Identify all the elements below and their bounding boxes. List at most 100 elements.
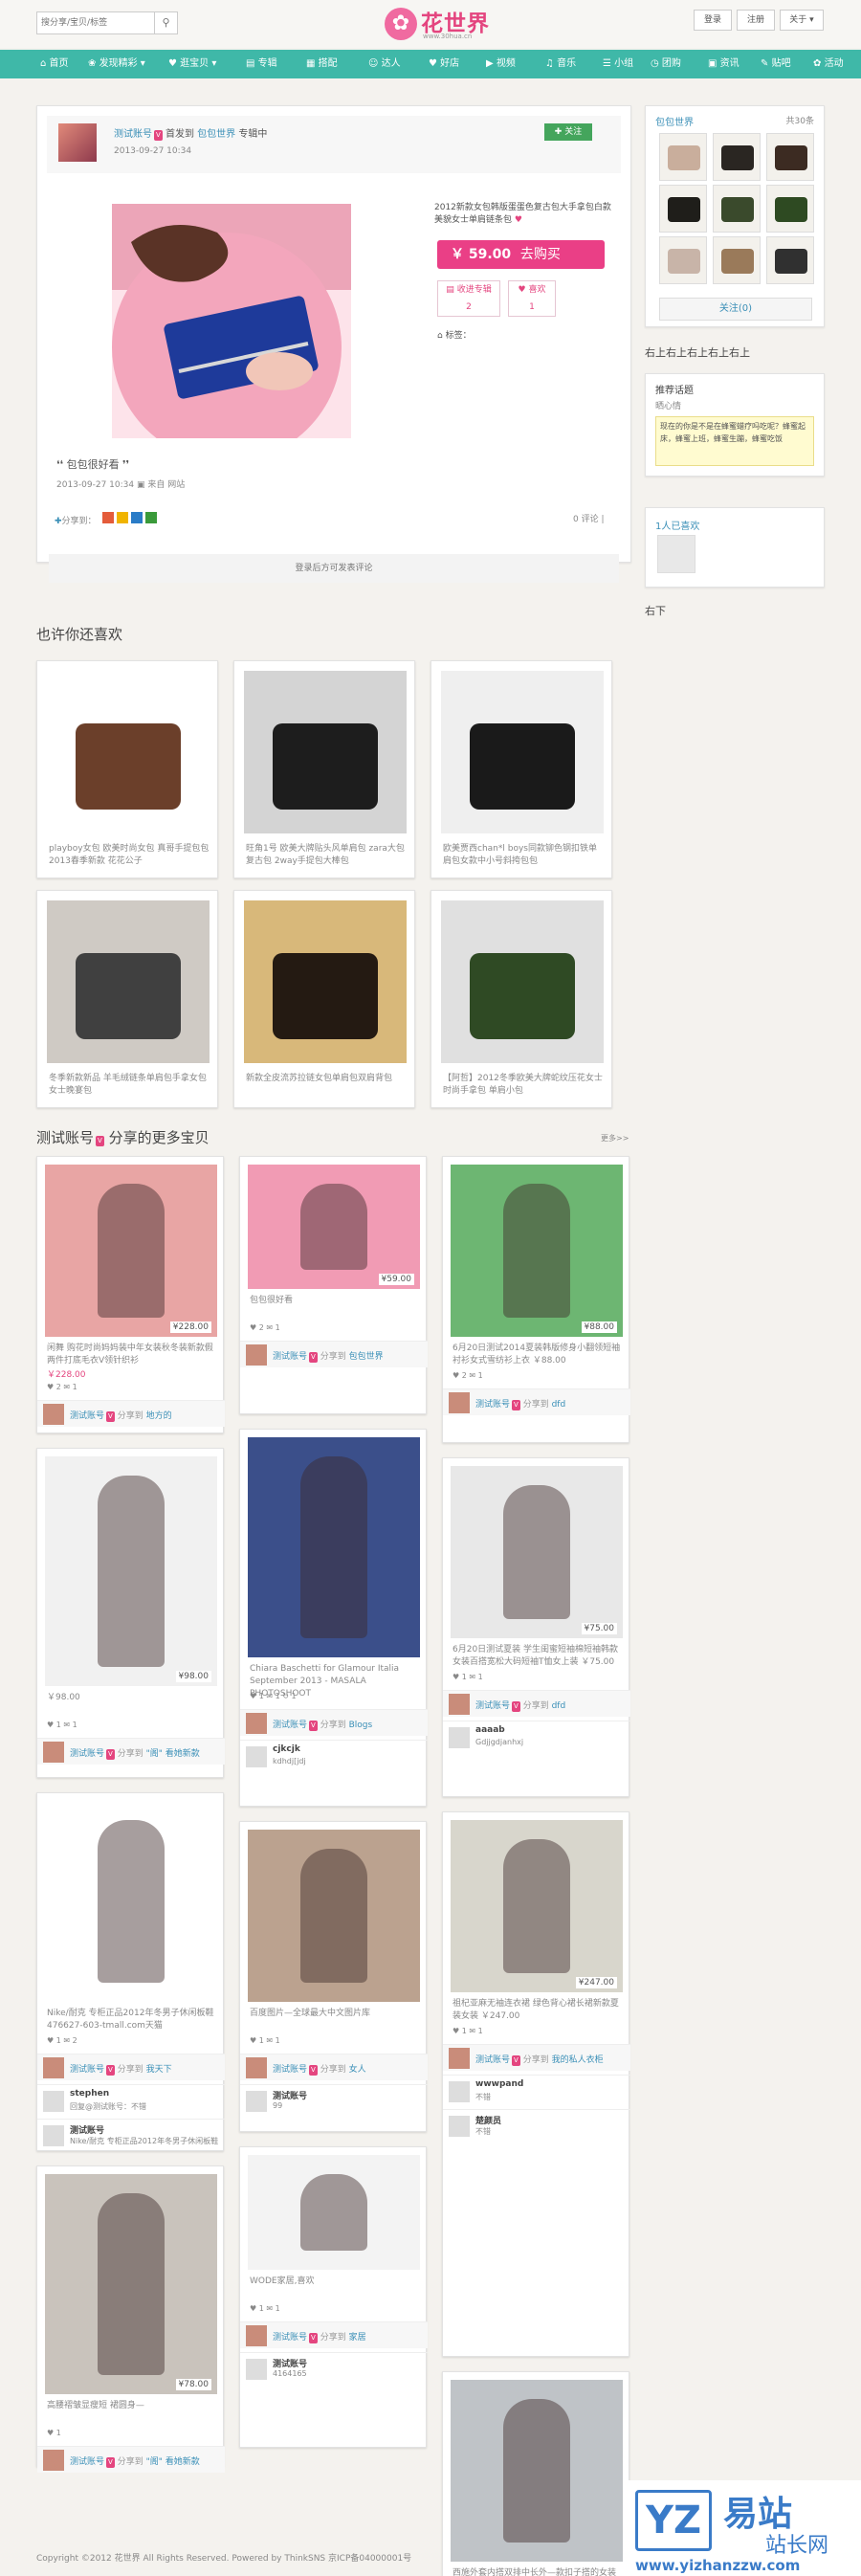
comment-login-bar[interactable]: 登录后方可发表评论 [49, 554, 619, 583]
waterfall-card[interactable]: Nike/耐克 专柜正品2012年冬男子休闲板鞋 476627-603-tmal… [36, 1792, 225, 2151]
commenter-avatar[interactable] [246, 1746, 267, 1767]
commenter-name[interactable]: 测试账号 [70, 2123, 104, 2136]
sharer-user[interactable]: 测试账号 [70, 1749, 104, 1759]
album-thumb[interactable] [713, 133, 761, 181]
like-icon[interactable]: ♥ [250, 1323, 259, 1332]
sharer-album[interactable]: dfd [552, 1701, 566, 1711]
waterfall-card[interactable]: ¥247.00 祖杞亚麻无袖连衣裙 绿色背心裙长裙新款夏装女装 ￥247.00 ♥ … [442, 1811, 630, 2357]
nav-item-1[interactable]: ❀ 发现精彩 ▾ [88, 50, 145, 78]
like-icon[interactable]: ♥ [250, 1692, 259, 1700]
nav-item-8[interactable]: ♫ 音乐 [545, 50, 576, 78]
waterfall-card[interactable]: 西施外套内搭双排中长外—款扣子搭的女装人...春季韩版长袖薄款圆领 17(7颜)… [442, 2371, 629, 2576]
comment-icon[interactable]: ✉ [266, 2036, 275, 2045]
like-icon[interactable]: ♥ [453, 1673, 462, 1681]
commenter-name[interactable]: 楚颜员 [475, 2114, 501, 2126]
sharer-user[interactable]: 测试账号 [475, 2055, 510, 2065]
douban-share-icon[interactable] [145, 512, 158, 523]
related-card[interactable]: 【阿哲】2012冬季欧美大牌蛇纹压花女士时尚手拿包 单肩小包 [430, 890, 612, 1108]
commenter-avatar[interactable] [43, 2125, 64, 2146]
waterfall-desc[interactable]: 6月20日测试夏装 学生闺蜜短袖棉短袖韩款女装百搭宽松大码短袖T恤女上装 ￥75… [453, 1644, 621, 1669]
like-icon[interactable]: ♥ [47, 1383, 56, 1391]
comment-icon[interactable]: ✉ [469, 2027, 477, 2035]
waterfall-card[interactable]: ¥78.00 高腰褶皱显瘦短 裙圆身— ♥ 1 测试账号 V 分享到 "阁" 看她新款 [36, 2165, 225, 2473]
like-icon[interactable]: ♥ [453, 1371, 462, 1380]
waterfall-image[interactable] [248, 1830, 420, 2002]
sharer-avatar[interactable] [449, 1392, 470, 1413]
sharer-avatar[interactable] [43, 2450, 64, 2471]
nav-item-7[interactable]: ▶ 视频 [486, 50, 516, 78]
album-thumb[interactable] [766, 185, 814, 233]
related-desc[interactable]: 冬季新款新品 羊毛绒链条单肩包手拿女包 女士晚宴包 [49, 1073, 210, 1101]
waterfall-desc[interactable]: 6月20日测试2014夏装韩版修身小翻领短袖衬衫女式雪纺衫上衣 ￥88.00 [453, 1343, 621, 1367]
comment-icon[interactable]: ✉ [266, 1323, 275, 1332]
comment-icon[interactable]: ✉ [469, 1371, 477, 1380]
commenter-avatar[interactable] [449, 2116, 470, 2137]
qzone-share-icon[interactable] [117, 512, 129, 523]
user-avatar[interactable] [58, 123, 97, 162]
sharer-user[interactable]: 测试账号 [273, 2065, 307, 2075]
sharer-album[interactable]: "阁" 看她新款 [146, 2457, 200, 2467]
waterfall-image[interactable]: ¥78.00 [45, 2174, 217, 2394]
comment-count[interactable]: 0 评论 | [573, 512, 605, 524]
sharer-album[interactable]: 包包世界 [349, 1352, 384, 1362]
related-card[interactable]: 旺角1号 欧美大牌贴头风单肩包 zara大包复古包 2way手提包大棒包 [233, 660, 415, 878]
waterfall-image[interactable]: ¥98.00 [45, 1456, 217, 1686]
sharer-album[interactable]: 地方的 [146, 1411, 172, 1421]
album-thumb[interactable] [713, 236, 761, 284]
waterfall-image[interactable] [45, 1801, 217, 2002]
sharer-avatar[interactable] [43, 1742, 64, 1763]
post-album-link[interactable]: 包包世界 [197, 129, 235, 140]
renren-share-icon[interactable] [131, 512, 144, 523]
sharer-album[interactable]: 女人 [349, 2065, 366, 2075]
sharer-avatar[interactable] [246, 2057, 267, 2078]
commenter-name[interactable]: cjkcjk [273, 1744, 300, 1754]
commenter-avatar[interactable] [246, 2359, 267, 2380]
album-thumb[interactable] [766, 133, 814, 181]
nav-item-4[interactable]: ▦ 搭配 [306, 50, 338, 78]
related-image[interactable] [441, 671, 604, 833]
waterfall-desc[interactable]: ￥98.00 [47, 1692, 215, 1704]
related-card[interactable]: 欧美贾西chan*l boys同款铆色钢扣铁单肩包女款中小号斜挎包包 [430, 660, 612, 878]
related-card[interactable]: 冬季新款新品 羊毛绒链条单肩包手拿女包 女士晚宴包 [36, 890, 218, 1108]
waterfall-card[interactable]: ¥59.00 包包很好看 ♥ 2 ✉ 1 测试账号 V 分享到 包包世界 [239, 1156, 428, 1414]
sharer-album[interactable]: 我天下 [146, 2065, 172, 2075]
like-icon[interactable]: ♥ [453, 2027, 462, 2035]
sharer-avatar[interactable] [449, 2048, 470, 2069]
nav-item-6[interactable]: ♥ 好店 [429, 50, 459, 78]
comment-icon[interactable]: ✉ [63, 1721, 72, 1729]
comment-icon[interactable]: ✉ [63, 2036, 72, 2045]
about-button[interactable]: 关于 ▾ [780, 10, 824, 31]
sharer-user[interactable]: 测试账号 [70, 2065, 104, 2075]
related-desc[interactable]: playboy女包 欧美时尚女包 真哥手提包包 2013春季新款 花花公子 [49, 843, 210, 872]
waterfall-image[interactable]: ¥228.00 [45, 1165, 217, 1337]
waterfall-desc[interactable]: 包包很好看 [250, 1295, 418, 1307]
waterfall-card[interactable]: ¥88.00 6月20日测试2014夏装韩版修身小翻领短袖衬衫女式雪纺衫上衣 ￥8… [442, 1156, 630, 1443]
sharer-avatar[interactable] [43, 1404, 64, 1425]
forward-icon[interactable]: ↻ [282, 1692, 291, 1700]
commenter-name[interactable]: 测试账号 [273, 2089, 307, 2101]
site-logo[interactable]: ✿ 花世界 www.30hua.cn [385, 4, 490, 46]
like-icon[interactable]: ♥ [47, 2429, 56, 2437]
album-thumb[interactable] [713, 185, 761, 233]
waterfall-desc[interactable]: 闲舞 购花时尚妈妈装中年女装秋冬装新款假两件打底毛衣V领针织衫 [47, 1343, 215, 1367]
sharer-user[interactable]: 测试账号 [273, 1721, 307, 1730]
commenter-avatar[interactable] [449, 1727, 470, 1748]
login-button[interactable]: 登录 [694, 10, 732, 31]
album-title[interactable]: 包包世界 [655, 114, 694, 128]
waterfall-desc[interactable]: WODE家居,喜欢 [250, 2276, 418, 2288]
post-user-link[interactable]: 测试账号 [114, 129, 152, 140]
follow-button[interactable]: ✚ 关注 [544, 123, 592, 141]
sharer-album[interactable]: dfd [552, 1400, 566, 1410]
sharer-user[interactable]: 测试账号 [273, 2333, 307, 2343]
waterfall-image[interactable] [248, 1437, 420, 1657]
like-button[interactable]: ♥ 喜欢 1 [508, 280, 556, 317]
album-thumb[interactable] [766, 236, 814, 284]
sharer-user[interactable]: 测试账号 [475, 1400, 510, 1410]
product-image[interactable] [112, 204, 351, 438]
nav-item-5[interactable]: ☺ 达人 [368, 50, 401, 78]
sharer-avatar[interactable] [246, 2325, 267, 2346]
sharer-user[interactable]: 测试账号 [70, 1411, 104, 1421]
waterfall-card[interactable]: Chiara Baschetti for Glamour Italia Sept… [239, 1429, 428, 1807]
sharer-user[interactable]: 测试账号 [475, 1701, 510, 1711]
album-follow-button[interactable]: 关注(0) [659, 298, 812, 321]
